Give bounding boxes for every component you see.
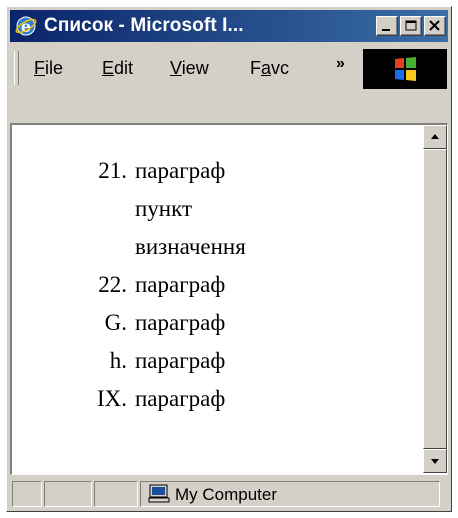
list-item: IX. параграф bbox=[12, 383, 312, 415]
windows-logo-icon bbox=[363, 49, 447, 89]
status-panel bbox=[12, 481, 42, 507]
list-marker: G. bbox=[104, 310, 127, 335]
list-item-text: параграф bbox=[135, 310, 226, 335]
minimize-icon bbox=[382, 29, 390, 31]
scroll-down-button[interactable] bbox=[423, 449, 447, 473]
menu-file[interactable]: File bbox=[34, 57, 63, 79]
computer-icon bbox=[148, 484, 170, 503]
list-item-text: визначення bbox=[135, 234, 246, 259]
title-bar[interactable]: e Список - Microsoft I... bbox=[10, 10, 448, 42]
list-item-text: параграф bbox=[135, 272, 226, 297]
scroll-thumb[interactable] bbox=[423, 149, 447, 449]
list-marker: 21. bbox=[98, 158, 127, 183]
zone-panel: My Computer bbox=[140, 481, 440, 507]
menu-bar: File Edit View Favc » bbox=[10, 47, 448, 91]
list-item-text: параграф bbox=[135, 348, 226, 373]
maximize-icon bbox=[405, 20, 417, 31]
vertical-scrollbar[interactable] bbox=[423, 125, 447, 473]
close-icon bbox=[429, 20, 440, 31]
list-item-continuation: визначення bbox=[12, 231, 312, 263]
menu-favorites[interactable]: Favc bbox=[250, 57, 289, 79]
ie-icon: e bbox=[15, 16, 37, 36]
document-view: 21. параграф пункт визначення 22. парагр… bbox=[10, 123, 448, 475]
minimize-button[interactable] bbox=[376, 16, 398, 36]
list-marker: h. bbox=[109, 348, 127, 373]
zone-label: My Computer bbox=[175, 485, 278, 504]
arrow-up-icon bbox=[431, 134, 439, 139]
status-panel bbox=[94, 481, 138, 507]
list-item-text: параграф bbox=[135, 158, 226, 183]
browser-window: e Список - Microsoft I... File Edit View… bbox=[6, 6, 452, 512]
close-button[interactable] bbox=[424, 16, 446, 36]
list-item: 22. параграф bbox=[12, 269, 312, 301]
arrow-down-icon bbox=[431, 459, 439, 464]
list-marker: 22. bbox=[98, 272, 127, 297]
menu-view[interactable]: View bbox=[170, 57, 209, 79]
status-panel bbox=[44, 481, 92, 507]
toolbar-grip[interactable] bbox=[14, 51, 19, 85]
list-item-text: параграф bbox=[135, 386, 226, 411]
list-item: h. параграф bbox=[12, 345, 312, 377]
window-title: Список - Microsoft I... bbox=[44, 15, 244, 36]
menu-overflow-chevron[interactable]: » bbox=[336, 55, 345, 73]
list-item-text: пункт bbox=[135, 196, 193, 221]
status-bar: My Computer bbox=[10, 479, 448, 509]
list-item: G. параграф bbox=[12, 307, 312, 339]
list-item: 21. параграф bbox=[12, 155, 312, 187]
maximize-button[interactable] bbox=[400, 16, 422, 36]
list-marker: IX. bbox=[96, 386, 127, 411]
list-item-continuation: пункт bbox=[12, 193, 312, 225]
scroll-up-button[interactable] bbox=[423, 125, 447, 149]
menu-edit[interactable]: Edit bbox=[102, 57, 133, 79]
